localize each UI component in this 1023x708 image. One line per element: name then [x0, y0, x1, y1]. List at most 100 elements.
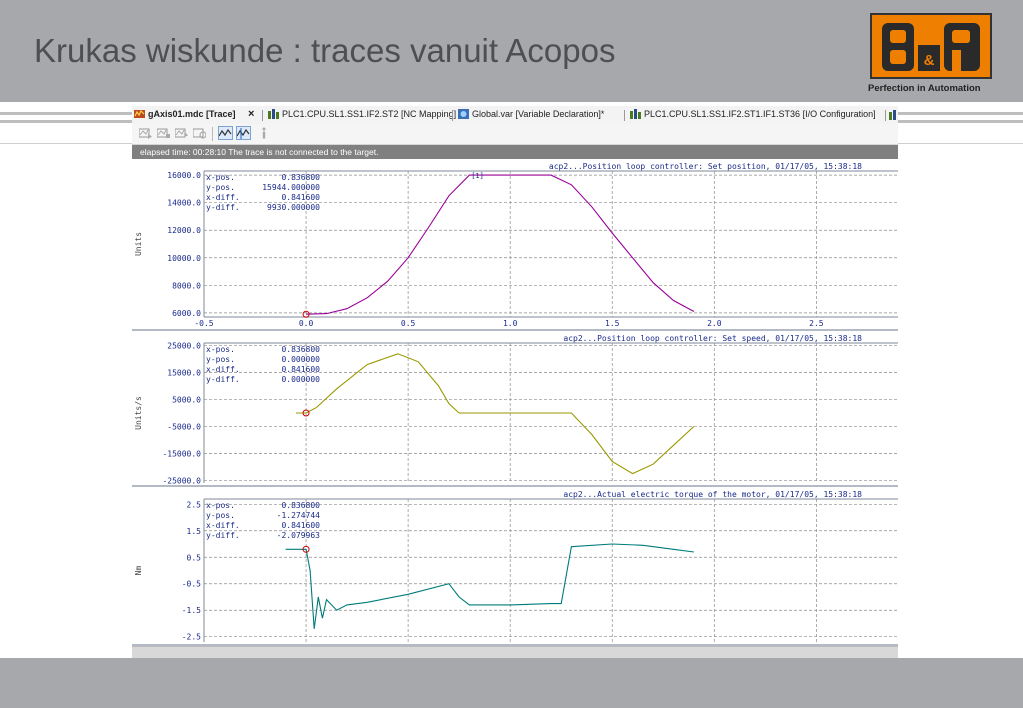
- x-tick-label: 0.5: [401, 319, 416, 328]
- divider: [0, 112, 132, 115]
- y-tick-label: 14000.0: [167, 199, 201, 208]
- y-tick-label: 15000.0: [167, 369, 201, 378]
- tab-separator: [262, 110, 263, 121]
- readout-label: y-pos.: [206, 183, 235, 192]
- trace-status-bar: elapsed time: 00:28:10 The trace is not …: [132, 145, 898, 159]
- info-icon: [262, 127, 265, 139]
- trace-start-button[interactable]: [138, 126, 153, 140]
- y-axis-label: Nm: [134, 566, 143, 576]
- tab-label: PLC1.CPU.SL1.SS1.IF2.ST1.IF1.ST36 [I/O C…: [644, 109, 876, 119]
- cursor-diff-button[interactable]: [236, 126, 251, 140]
- x-tick-label: 1.5: [605, 319, 620, 328]
- readout-value: 0.000000: [281, 375, 320, 384]
- cursor-line-icon: [219, 128, 232, 136]
- y-tick-label: 8000.0: [172, 281, 201, 290]
- divider: [0, 143, 132, 144]
- horizontal-scrollbar[interactable]: [132, 646, 898, 658]
- trace-panel[interactable]: 16000.0 14000.0 12000.0 10000.0 8000.0 6000.0…: [132, 159, 898, 331]
- divider: [898, 112, 1023, 115]
- readout-label: x-diff.: [206, 521, 240, 530]
- y-tick-label: 12000.0: [167, 226, 201, 235]
- cursor-diff-icon: [237, 127, 250, 139]
- x-tick-label: 2.0: [707, 319, 722, 328]
- tab-io-config[interactable]: PLC1.CPU.SL1.SS1.IF2.ST1.IF1.ST36 [I/O C…: [630, 109, 876, 119]
- trace-start-icon: [139, 128, 152, 139]
- tab-nc-mapping[interactable]: PLC1.CPU.SL1.SS1.IF2.ST2 [NC Mapping]: [268, 109, 456, 119]
- readout-value: 15944.000000: [262, 183, 320, 192]
- panel-background: [132, 487, 898, 644]
- y-tick-label: 10000.0: [167, 254, 201, 263]
- readout-label: x-diff.: [206, 193, 240, 202]
- trace-icon: [134, 109, 145, 118]
- br-logo-mark: &: [882, 23, 980, 71]
- readout-label: y-pos.: [206, 511, 235, 520]
- readout-value: 0.836800: [281, 173, 320, 182]
- y-axis-label: Units/s: [134, 396, 143, 430]
- readout-label: y-diff.: [206, 203, 240, 212]
- y-tick-label: 6000.0: [172, 309, 201, 318]
- trace-config-icon: [193, 128, 206, 139]
- variable-icon: [458, 109, 469, 119]
- y-tick-label: -0.5: [182, 580, 201, 589]
- y-tick-label: -5000.0: [167, 422, 201, 431]
- trace-title: acp2...Actual electric torque of the mot…: [563, 490, 862, 499]
- y-tick-label: -2.5: [182, 633, 201, 642]
- slide-footer: [0, 658, 1023, 708]
- readout-label: y-diff.: [206, 531, 240, 540]
- tab-trace[interactable]: gAxis01.mdc [Trace]: [134, 109, 236, 119]
- readout-label: x-pos.: [206, 501, 235, 510]
- readout-value: 0.841600: [281, 521, 320, 530]
- trace-stop-icon: [157, 128, 170, 138]
- readout-label: x-pos.: [206, 173, 235, 182]
- y-tick-label: -15000.0: [162, 449, 201, 458]
- trace-title: acp2...Position loop controller: Set spe…: [563, 334, 862, 343]
- divider: [0, 120, 132, 123]
- readout-value: 0.841600: [281, 193, 320, 202]
- readout-value: -1.274744: [277, 511, 321, 520]
- divider: [898, 143, 1023, 144]
- readout-label: x-diff.: [206, 365, 240, 374]
- br-logo: &: [870, 13, 992, 79]
- tab-separator: [885, 110, 886, 121]
- readout-value: 0.841600: [281, 365, 320, 374]
- toolbar-separator: [212, 127, 213, 141]
- logo-tagline: Perfection in Automation: [868, 83, 981, 94]
- cursor-line-button[interactable]: [218, 126, 233, 140]
- trace-upload-button[interactable]: [174, 126, 189, 140]
- y-tick-label: 16000.0: [167, 171, 201, 180]
- tab-separator: [624, 110, 625, 121]
- trace-config-button[interactable]: [192, 126, 207, 140]
- readout-value: 0.836800: [281, 345, 320, 354]
- close-icon[interactable]: ×: [248, 108, 254, 120]
- plc-icon[interactable]: [889, 110, 897, 120]
- trace-charts[interactable]: 16000.0 14000.0 12000.0 10000.0 8000.0 6000.0…: [132, 159, 898, 646]
- editor-tabbar: gAxis01.mdc [Trace] × PLC1.CPU.SL1.SS1.I…: [132, 106, 898, 125]
- readout-label: y-pos.: [206, 355, 235, 364]
- readout-value: -2.079963: [277, 531, 321, 540]
- trace-stop-button[interactable]: [156, 126, 171, 140]
- y-tick-label: -1.5: [182, 606, 201, 615]
- tab-label: Global.var [Variable Declaration]*: [472, 109, 605, 119]
- tab-label: PLC1.CPU.SL1.SS1.IF2.ST2 [NC Mapping]: [282, 109, 457, 119]
- slide-title: Krukas wiskunde : traces vanuit Acopos: [34, 32, 616, 69]
- trace-panel[interactable]: 2.5 1.5 0.5 -0.5 -1.5 -2.5 Nm acp2...Actual ele…: [132, 487, 898, 646]
- readout-value: 9930.000000: [267, 203, 320, 212]
- y-tick-label: -25000.0: [162, 476, 201, 485]
- readout-label: x-pos.: [206, 345, 235, 354]
- y-tick-label: 2.5: [187, 500, 202, 509]
- tab-global-var[interactable]: Global.var [Variable Declaration]*: [458, 109, 604, 119]
- divider: [898, 120, 1023, 123]
- y-axis-label: Units: [134, 232, 143, 256]
- x-tick-label: 0.0: [299, 319, 314, 328]
- trace-title: acp2...Position loop controller: Set pos…: [549, 162, 862, 171]
- tab-separator: [452, 110, 453, 121]
- trace-panel[interactable]: 25000.0 15000.0 5000.0 -5000.0 -15000.0 -2500…: [132, 331, 898, 487]
- plc-icon: [630, 109, 641, 119]
- y-tick-label: 25000.0: [167, 342, 201, 351]
- y-tick-label: 1.5: [187, 527, 202, 536]
- y-tick-label: 0.5: [187, 553, 202, 562]
- readout-label: y-diff.: [206, 375, 240, 384]
- readout-value: 0.000000: [281, 355, 320, 364]
- readout-value: 0.836800: [281, 501, 320, 510]
- info-button[interactable]: [256, 126, 271, 140]
